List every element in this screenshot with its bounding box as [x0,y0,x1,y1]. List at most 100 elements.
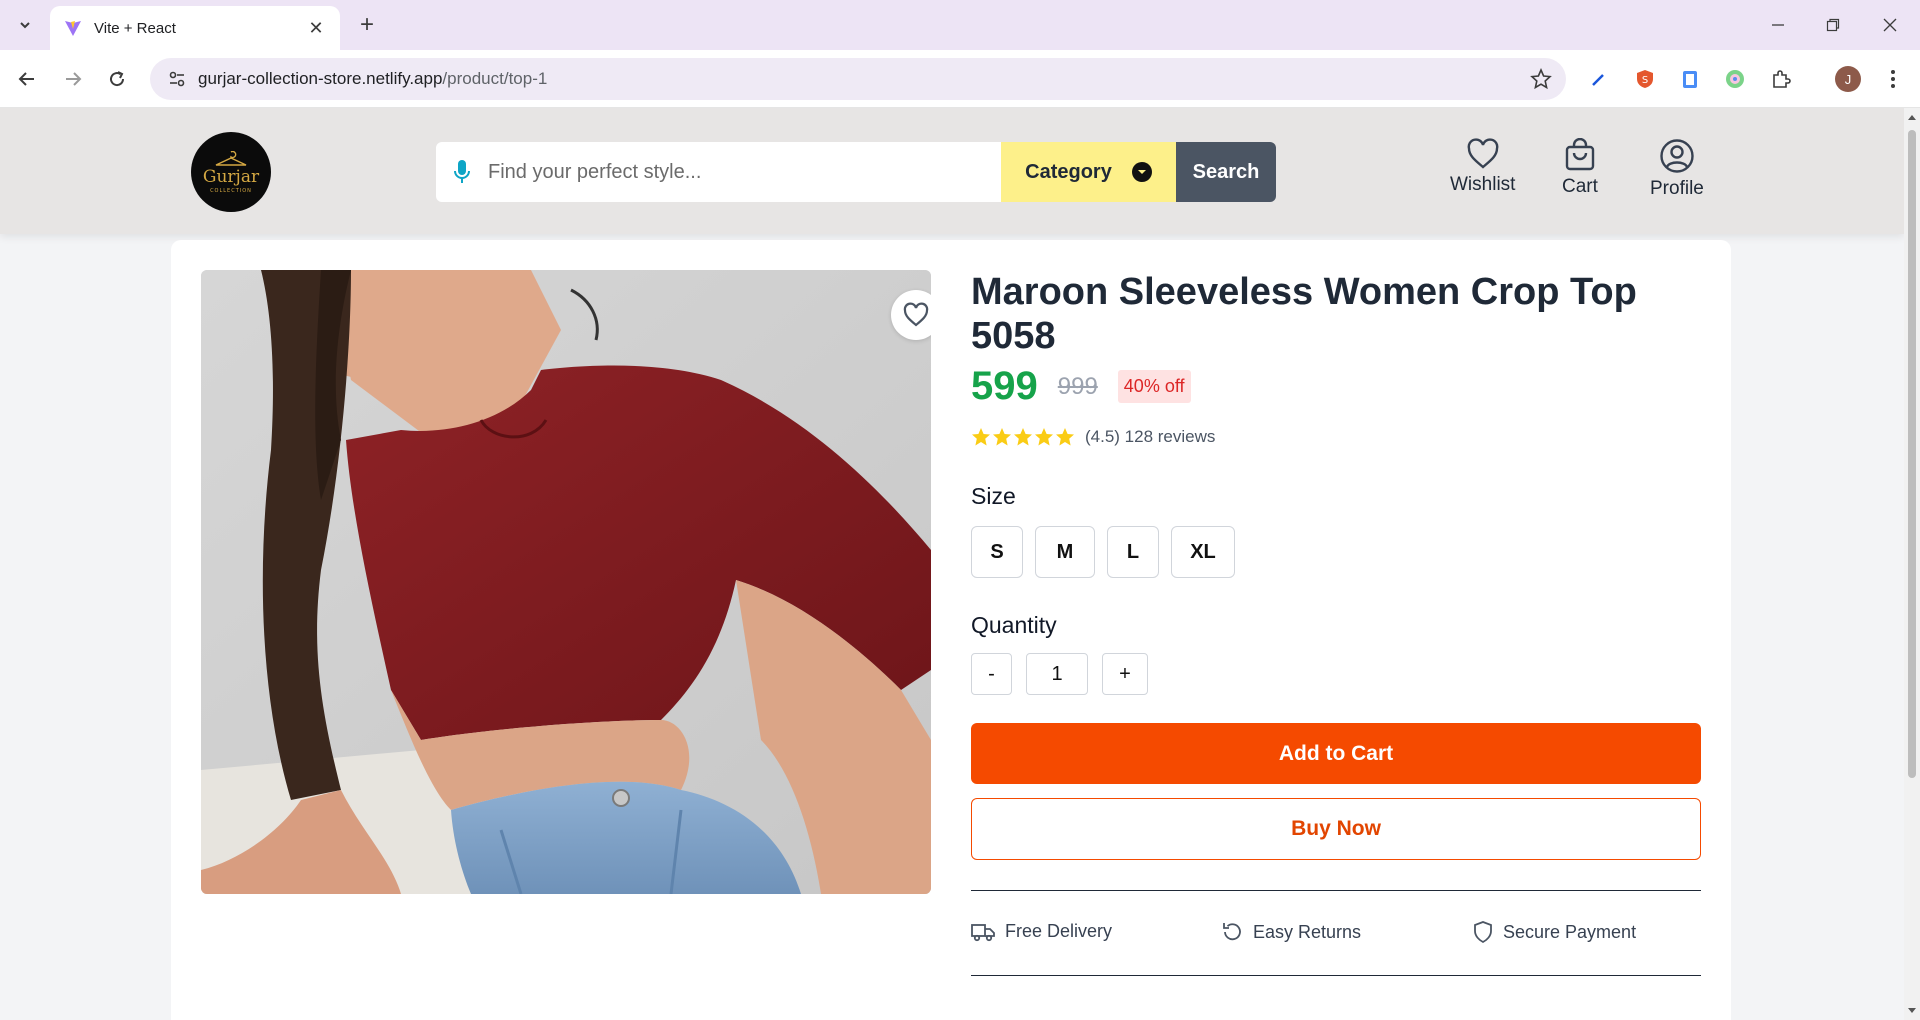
profile-label: Profile [1650,178,1704,199]
new-tab-button[interactable]: + [352,10,382,40]
scroll-up-arrow-icon[interactable] [1907,112,1917,122]
search-field-container [436,142,1001,202]
return-arrow-icon [1223,923,1241,941]
bookmark-star-icon[interactable] [1530,67,1552,95]
shield-icon [1474,921,1492,943]
feature-secure-payment: Secure Payment [1473,921,1636,943]
logo-subtext: COLLECTION [210,187,252,194]
size-option-m[interactable]: M [1035,526,1095,578]
browser-profile-avatar[interactable]: J [1835,66,1861,92]
category-label: Category [1025,160,1112,183]
search-bar: Category Search [436,142,1276,202]
wishlist-link[interactable]: Wishlist [1450,138,1515,196]
minimize-button[interactable] [1760,8,1796,42]
feature-easy-returns: Easy Returns [1221,921,1361,943]
product-info: Maroon Sleeveless Women Crop Top 5058 59… [971,270,1701,976]
back-button[interactable] [10,62,44,96]
rating-row: (4.5) 128 reviews [971,427,1701,447]
quantity-increase-button[interactable]: + [1102,653,1148,695]
arrow-right-icon [66,72,82,86]
category-dropdown[interactable]: Category [1001,142,1176,202]
original-price: 999 [1057,372,1098,400]
extensions-puzzle-icon[interactable] [1768,66,1794,92]
price-row: 599 999 40% off [971,364,1701,409]
size-options: S M L XL [971,526,1701,578]
svg-text:S: S [1642,75,1648,86]
minimize-icon [1772,24,1784,26]
rating-stars [971,427,1075,447]
restore-button[interactable] [1815,8,1851,42]
star-icon [1056,428,1074,446]
extension-shield-icon[interactable]: S [1632,66,1658,92]
cart-link[interactable]: Cart [1562,138,1598,198]
discount-badge: 40% off [1117,370,1191,403]
address-bar[interactable]: gurjar-collection-store.netlify.app/prod… [150,58,1566,100]
quantity-decrease-button[interactable]: - [971,653,1012,695]
feature-payment-label: Secure Payment [1503,921,1637,942]
browser-toolbar: gurjar-collection-store.netlify.app/prod… [0,50,1920,108]
extension-clipboard-icon[interactable] [1677,66,1703,92]
rating-text: (4.5) 128 reviews [1085,427,1216,446]
profile-link[interactable]: Profile [1650,138,1704,200]
search-input[interactable] [488,160,1001,184]
extension-pen-icon[interactable] [1586,66,1612,92]
product-photo [201,270,931,894]
scrollbar-thumb[interactable] [1908,130,1916,778]
quantity-value[interactable]: 1 [1026,653,1088,695]
heart-icon [1467,138,1499,169]
extension-color-icon[interactable] [1722,66,1748,92]
product-features: Free Delivery Easy Returns Secure Paymen… [971,890,1701,976]
page-scrollbar[interactable] [1904,108,1920,1020]
close-window-button[interactable] [1872,8,1908,42]
product-card: Maroon Sleeveless Women Crop Top 5058 59… [171,240,1731,1020]
product-title: Maroon Sleeveless Women Crop Top 5058 [971,271,1637,357]
feature-delivery-label: Free Delivery [1005,921,1113,941]
chevron-down-icon [1131,162,1152,182]
close-icon [1883,18,1897,32]
star-icon [1035,428,1053,446]
url-text: gurjar-collection-store.netlify.app/prod… [198,69,548,88]
quantity-label: Quantity [971,612,1057,638]
search-button[interactable]: Search [1176,142,1276,202]
reload-icon [110,71,125,87]
add-to-cart-button[interactable]: Add to Cart [971,723,1701,784]
scroll-down-arrow-icon[interactable] [1907,1006,1917,1016]
logo-text: Gurjar [202,166,260,187]
vite-logo-icon [65,21,81,36]
tab-search-button[interactable] [10,11,40,39]
size-option-l[interactable]: L [1107,526,1159,578]
arrow-left-icon [18,72,34,86]
star-icon [993,428,1011,446]
feature-returns-label: Easy Returns [1253,921,1362,942]
site-header: Gurjar COLLECTION Category Search Wishli… [0,108,1904,234]
browser-tabstrip: Vite + React ✕ + [0,0,1920,50]
browser-menu-icon[interactable] [1880,64,1906,94]
chevron-down-icon [20,22,30,29]
star-icon [1014,428,1032,446]
tab-title: Vite + React [94,19,176,37]
star-icon [972,428,990,446]
reload-button[interactable] [100,62,134,96]
store-logo[interactable]: Gurjar COLLECTION [191,132,271,212]
size-option-xl[interactable]: XL [1171,526,1235,578]
browser-tab[interactable]: Vite + React ✕ [50,6,340,50]
truck-icon [971,923,995,941]
product-image [201,270,931,894]
site-info-icon[interactable] [156,69,198,89]
heart-icon [903,302,929,327]
wishlist-label: Wishlist [1450,174,1516,195]
size-option-s[interactable]: S [971,526,1023,578]
size-label: Size [971,483,1016,509]
restore-icon [1826,18,1840,32]
user-circle-icon [1660,139,1694,173]
page-viewport: Gurjar COLLECTION Category Search Wishli… [0,108,1904,1020]
shopping-bag-icon [1565,138,1595,171]
quantity-stepper: - 1 + [971,653,1701,695]
cart-label: Cart [1562,176,1598,197]
forward-button[interactable] [56,62,90,96]
sale-price: 599 [971,364,1038,408]
microphone-icon[interactable] [436,159,488,185]
tab-close-icon[interactable]: ✕ [306,18,326,39]
buy-now-button[interactable]: Buy Now [971,798,1701,860]
hanger-icon [215,150,247,166]
